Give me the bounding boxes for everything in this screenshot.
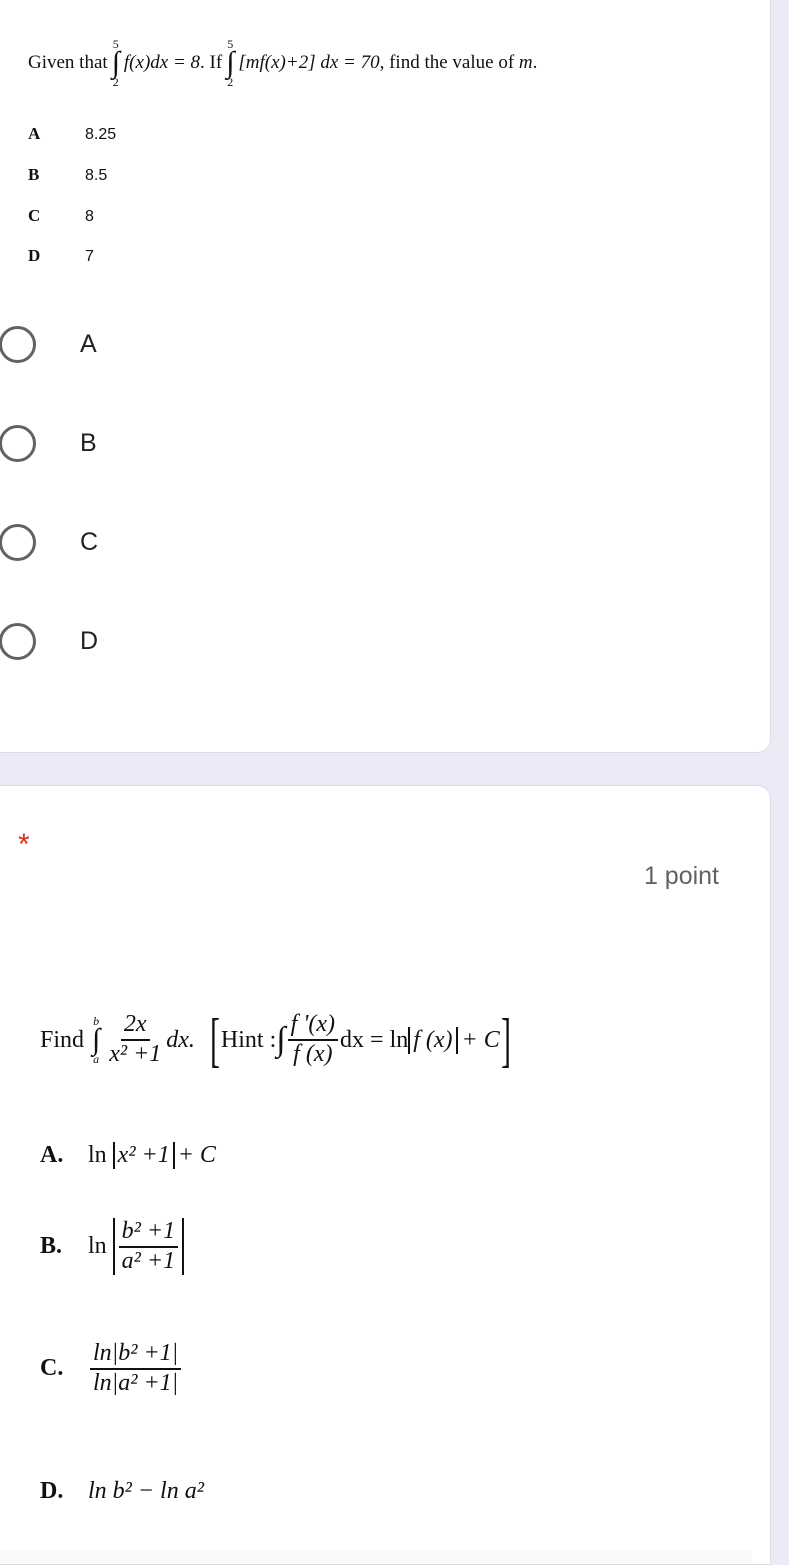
choice-numerator: ln|b² +1| xyxy=(90,1340,182,1370)
q2-integral-lower: a xyxy=(93,1052,100,1066)
points-label: 1 point xyxy=(643,862,719,890)
q2-choice-a: A. ln x² +1 + C xyxy=(40,1142,216,1169)
choice-letter: C. xyxy=(40,1355,64,1382)
find-label: Find xyxy=(40,1026,85,1053)
radio-label: A xyxy=(80,330,97,358)
radio-button-icon[interactable] xyxy=(0,524,36,561)
integral-2: 5 ∫ 2 xyxy=(226,38,234,88)
choice-numerator: b² +1 xyxy=(118,1218,179,1248)
choice-ln: ln xyxy=(88,1142,107,1168)
q2-choice-d: D. ln b² − ln a² xyxy=(40,1478,204,1505)
radio-label: B xyxy=(80,429,97,457)
q1-suffix: find the value of xyxy=(389,52,515,73)
radio-option-b[interactable]: B xyxy=(0,425,97,462)
choice-fraction: b² +1 a² +1 xyxy=(118,1218,179,1275)
q1-period: . xyxy=(532,52,538,73)
choice-letter: B xyxy=(28,165,40,184)
choice-letter: D xyxy=(28,246,41,265)
q2-choice-c: C. ln|b² +1| ln|a² +1| xyxy=(40,1340,183,1397)
question-card-1 xyxy=(0,0,771,753)
choice-letter: C xyxy=(28,206,41,225)
choice-fraction: ln|b² +1| ln|a² +1| xyxy=(90,1340,182,1397)
radio-option-c[interactable]: C xyxy=(0,524,99,561)
choice-expression: ln b² − ln a² xyxy=(88,1478,204,1504)
integral-2-sign: ∫ xyxy=(226,46,235,79)
integral-2-lower: 2 xyxy=(227,75,234,89)
radio-option-a[interactable]: A xyxy=(0,326,97,363)
hint-rhs: dx = ln xyxy=(340,1026,409,1053)
choice-value: 8 xyxy=(85,208,94,225)
q1-variable: m xyxy=(518,52,533,73)
integral-1-lower: 2 xyxy=(112,75,119,89)
choice-letter: B. xyxy=(40,1233,63,1260)
hint-fraction: f '(x) f (x) xyxy=(287,1011,339,1068)
choice-value: 8.5 xyxy=(85,167,108,184)
hint-denominator: f (x) xyxy=(293,1041,333,1067)
integral-1-body: f(x)dx = 8 xyxy=(123,52,201,73)
choice-denominator: a² +1 xyxy=(121,1247,176,1274)
choice-ln: ln xyxy=(88,1233,107,1260)
choice-value: 7 xyxy=(85,248,94,265)
question-card-2 xyxy=(0,785,771,1565)
choice-denominator: ln|a² +1| xyxy=(93,1369,179,1396)
bottom-shade xyxy=(0,1550,752,1564)
choice-abs: b² +1 a² +1 xyxy=(112,1218,185,1276)
hint-numerator: f '(x) xyxy=(287,1011,339,1041)
q1-choice-b: B 8.5 xyxy=(28,165,107,185)
q1-choice-d: D7 xyxy=(28,246,94,266)
q1-choice-c: C8 xyxy=(28,206,94,226)
radio-button-icon[interactable] xyxy=(0,623,36,660)
choice-letter: A. xyxy=(40,1142,64,1168)
q2-choice-b: B. ln b² +1 a² +1 xyxy=(40,1218,185,1276)
hint-close-bracket: ] xyxy=(500,1007,511,1073)
required-asterisk: * xyxy=(18,828,30,861)
hint-open-bracket: [ xyxy=(209,1007,220,1073)
choice-letter: D. xyxy=(40,1478,64,1504)
integral-1-sign: ∫ xyxy=(111,46,120,79)
radio-label: D xyxy=(80,627,99,655)
hint-tail: + C xyxy=(461,1026,500,1053)
choice-tail: + C xyxy=(177,1142,216,1168)
radio-button-icon[interactable] xyxy=(0,326,36,363)
q1-prefix: Given that xyxy=(28,52,108,73)
q2-fraction: 2x x² +1 xyxy=(106,1011,164,1068)
hint-integral-sign: ∫ xyxy=(276,1021,286,1058)
integral-1: 5 ∫ 2 xyxy=(112,38,120,88)
hint-abs: f (x) xyxy=(408,1026,458,1054)
question-2-text: Find b ∫ a 2x x² +1 dx. [ Hint : ∫ f '(x… xyxy=(40,1010,512,1070)
radio-button-icon[interactable] xyxy=(0,425,36,462)
radio-label: C xyxy=(80,528,99,556)
q2-numerator: 2x xyxy=(120,1011,150,1041)
q2-integral-sign: ∫ xyxy=(92,1023,101,1056)
q2-dx: dx. xyxy=(166,1026,195,1053)
question-1-text: Given that 5 ∫ 2 f(x)dx = 8 . If 5 ∫ 2 [… xyxy=(28,38,537,88)
q1-mid: . If xyxy=(200,52,223,73)
q2-denominator: x² +1 xyxy=(109,1041,162,1067)
choice-value: 8.25 xyxy=(85,126,117,143)
choice-letter: A xyxy=(28,124,41,143)
q2-integral: b ∫ a xyxy=(92,1015,100,1065)
radio-option-d[interactable]: D xyxy=(0,623,99,660)
integral-2-body: [mf(x)+2] dx = 70, xyxy=(238,52,385,73)
hint-label: Hint : xyxy=(220,1026,277,1053)
q1-choice-a: A 8.25 xyxy=(28,124,116,144)
choice-abs: x² +1 xyxy=(112,1142,175,1169)
